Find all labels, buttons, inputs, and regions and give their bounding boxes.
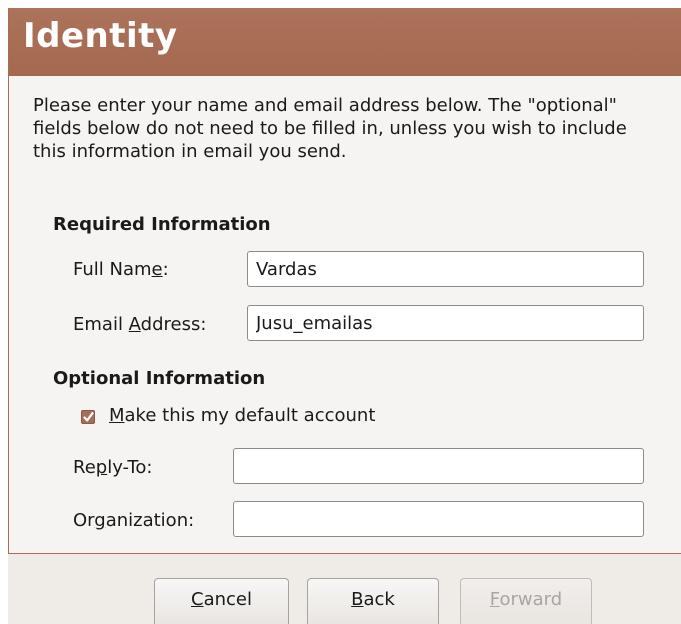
- default-account-label-rest: ake this my default account: [124, 405, 376, 426]
- organization-label-pre: Or: [73, 510, 95, 531]
- intro-text: Please enter your name and email address…: [33, 95, 627, 162]
- email-label-post: ddress:: [140, 314, 207, 335]
- back-button[interactable]: Back: [307, 578, 439, 624]
- email-address-label: Email Address:: [73, 314, 206, 335]
- back-label-rest: ack: [363, 589, 395, 610]
- forward-mnemonic: F: [489, 589, 500, 610]
- cancel-button[interactable]: Cancel: [154, 578, 289, 624]
- reply-to-input[interactable]: [233, 448, 644, 484]
- reply-to-label-mnemonic: p: [95, 457, 108, 478]
- cancel-label-rest: ancel: [203, 589, 252, 610]
- forward-label-rest: orward: [499, 589, 563, 610]
- full-name-label: Full Name:: [73, 259, 169, 280]
- reply-to-label-pre: Re: [73, 457, 96, 478]
- page-title: Identity: [23, 16, 178, 56]
- organization-input[interactable]: [233, 501, 644, 537]
- reply-to-label: Reply-To:: [73, 457, 152, 478]
- checkmark-icon: [83, 412, 94, 422]
- full-name-label-mnemonic: e: [151, 259, 163, 280]
- forward-button[interactable]: Forward: [460, 578, 592, 624]
- email-label-mnemonic: A: [128, 314, 141, 335]
- email-address-input[interactable]: [247, 305, 644, 341]
- optional-section-title: Optional Information: [53, 368, 266, 389]
- full-name-label-pre: Full Nam: [73, 259, 152, 280]
- organization-label-post: anization:: [105, 510, 195, 531]
- full-name-input[interactable]: [247, 251, 644, 287]
- default-account-label[interactable]: Make this my default account: [109, 405, 375, 426]
- default-account-mnemonic: M: [109, 405, 125, 426]
- reply-to-label-post: ly-To:: [107, 457, 153, 478]
- email-label-pre: Email: [73, 314, 129, 335]
- organization-label-mnemonic: g: [94, 510, 106, 531]
- identity-panel: Identity Please enter your name and emai…: [8, 8, 681, 554]
- organization-label: Organization:: [73, 510, 194, 531]
- full-name-label-post: :: [162, 259, 169, 280]
- header-banner: Identity: [9, 8, 681, 76]
- identity-dialog: Identity Please enter your name and emai…: [8, 8, 681, 624]
- cancel-mnemonic: C: [191, 589, 204, 610]
- required-section-title: Required Information: [53, 214, 271, 235]
- default-account-checkbox[interactable]: [81, 410, 95, 424]
- back-mnemonic: B: [351, 589, 364, 610]
